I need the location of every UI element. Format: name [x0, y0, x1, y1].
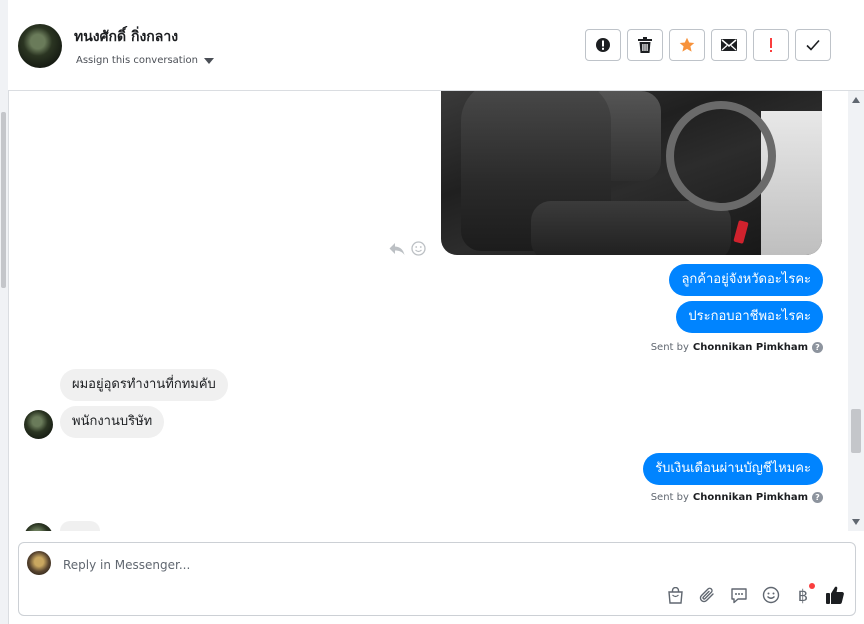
envelope-icon [721, 39, 737, 51]
incoming-message[interactable]: พนักงานบริษัท [60, 406, 165, 438]
sender-name: Chonnikan Pimkham [692, 342, 808, 353]
emoji-react-icon[interactable] [411, 241, 426, 256]
caret-down-icon [203, 57, 214, 64]
scroll-up-arrow-icon[interactable] [852, 97, 860, 103]
incoming-message[interactable]: ผมอยู่อุดรทำงานที่กทมคับ [60, 369, 228, 401]
mark-done-button[interactable] [795, 29, 831, 61]
notification-dot [809, 583, 815, 589]
assign-conversation-dropdown[interactable]: Assign this conversation [76, 55, 214, 66]
follow-up-button[interactable] [753, 29, 789, 61]
contact-avatar[interactable] [18, 24, 62, 68]
check-icon [806, 39, 820, 51]
reply-composer: ฿ [18, 542, 856, 616]
sender-avatar[interactable] [24, 523, 53, 531]
like-button[interactable] [825, 585, 845, 605]
composer-toolbar: ฿ [665, 583, 845, 605]
reply-input[interactable] [63, 555, 623, 575]
scroll-thumb[interactable] [851, 409, 861, 453]
star-icon [679, 37, 695, 52]
trash-icon [638, 37, 652, 53]
outgoing-message[interactable]: รับเงินเดือนผ่านบัญชีไหมคะ [643, 453, 823, 485]
sent-by-prefix: Sent by [650, 492, 689, 503]
mark-spam-button[interactable] [585, 29, 621, 61]
action-toolbar [585, 29, 831, 61]
message-thread[interactable]: ลูกค้าอยู่จังหวัดอะไรคะ ประกอบอาชีพอะไรค… [8, 91, 848, 531]
reply-arrow-icon[interactable] [389, 242, 405, 256]
sender-avatar[interactable] [24, 410, 53, 439]
incoming-message-partial[interactable] [60, 521, 100, 531]
sent-by-label: Sent by Chonnikan Pimkham ? [651, 342, 823, 353]
key-tag-shape [733, 220, 749, 244]
baht-icon: ฿ [797, 585, 809, 605]
car-interior-photo[interactable] [441, 91, 822, 255]
contact-name[interactable]: ทนงศักดิ์ กิ่งกลาง [74, 26, 178, 48]
shopping-bag-icon [667, 586, 683, 604]
thumbs-up-icon [826, 586, 844, 604]
star-button[interactable] [669, 29, 705, 61]
page-avatar [27, 551, 51, 575]
conversation-header: ทนงศักดิ์ กิ่งกลาง Assign this conversat… [8, 0, 864, 91]
assign-label: Assign this conversation [76, 55, 198, 66]
paperclip-icon [699, 587, 714, 603]
outgoing-message[interactable]: ลูกค้าอยู่จังหวัดอะไรคะ [669, 264, 823, 296]
exclamation-icon [770, 38, 772, 52]
steering-wheel-shape [666, 101, 776, 211]
shop-button[interactable] [665, 585, 685, 605]
delete-button[interactable] [627, 29, 663, 61]
attach-button[interactable] [697, 585, 717, 605]
emoji-button[interactable] [761, 585, 781, 605]
sender-name: Chonnikan Pimkham [692, 492, 808, 503]
help-icon[interactable]: ? [812, 342, 823, 353]
help-icon[interactable]: ? [812, 492, 823, 503]
message-reactions [389, 241, 426, 256]
payment-button[interactable]: ฿ [793, 583, 815, 605]
left-scroll-thumb[interactable] [1, 112, 6, 288]
scroll-down-arrow-icon[interactable] [852, 519, 860, 525]
emoji-icon [762, 586, 780, 604]
sent-by-prefix: Sent by [650, 342, 689, 353]
saved-reply-icon [731, 587, 747, 603]
saved-replies-button[interactable] [729, 585, 749, 605]
thread-scrollbar[interactable] [848, 91, 864, 531]
alert-circle-icon [596, 38, 610, 52]
seat-cushion-shape [531, 201, 731, 255]
mark-unread-button[interactable] [711, 29, 747, 61]
sent-by-label: Sent by Chonnikan Pimkham ? [651, 492, 823, 503]
outgoing-message[interactable]: ประกอบอาชีพอะไรคะ [676, 301, 823, 333]
